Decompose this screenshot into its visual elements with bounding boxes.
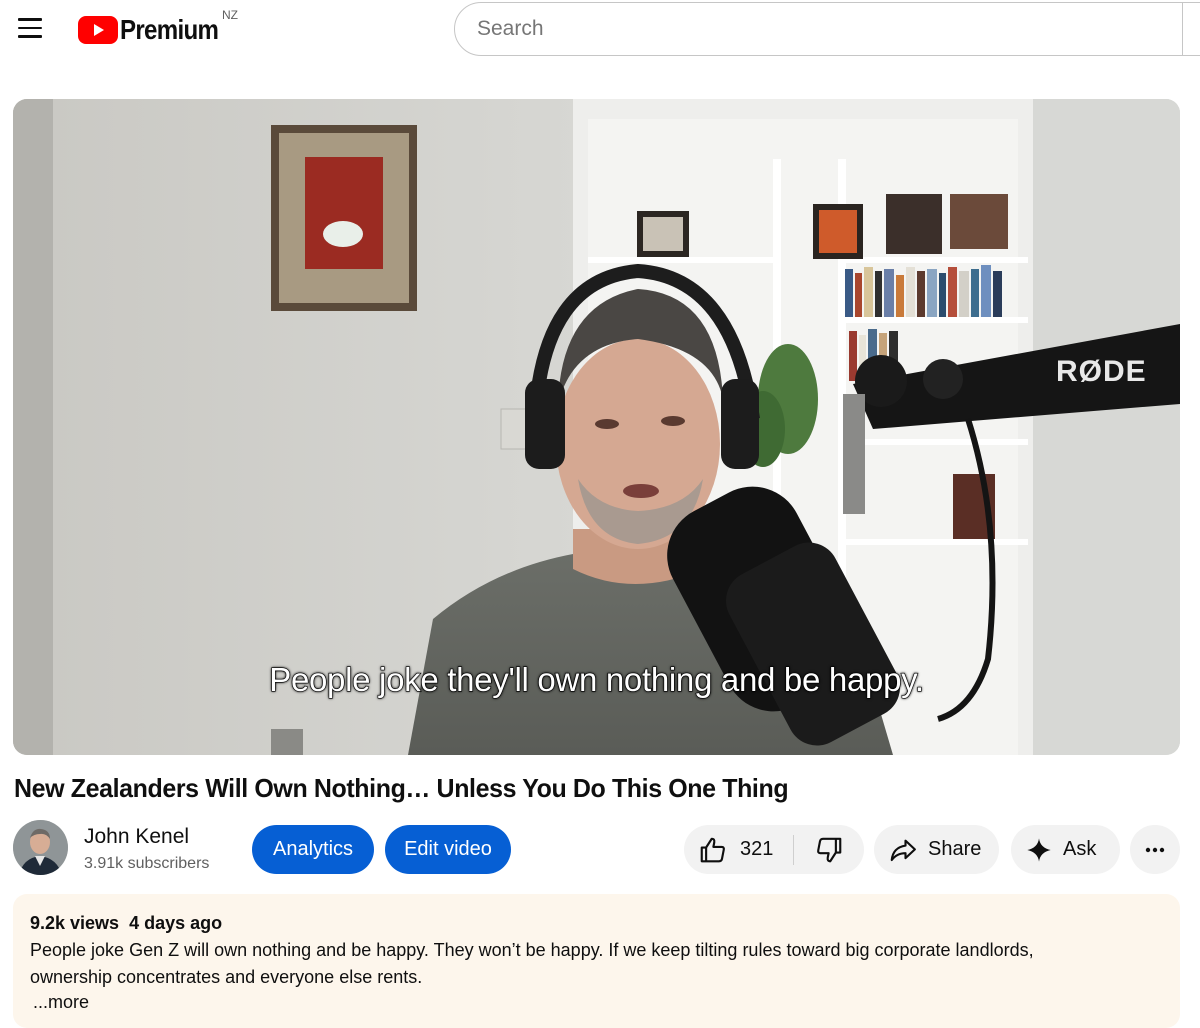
like-button[interactable]: 321 — [684, 825, 795, 874]
description-text: People joke Gen Z will own nothing and b… — [30, 940, 1034, 987]
more-horizontal-icon — [1145, 847, 1165, 852]
avatar-image — [13, 820, 68, 875]
caption-text: People joke they'll own nothing and be h… — [269, 660, 925, 698]
thumbs-down-icon — [817, 837, 842, 862]
masthead: Premium NZ — [0, 0, 1200, 60]
like-count: 321 — [740, 838, 774, 860]
ask-label: Ask — [1063, 838, 1097, 860]
share-button[interactable]: Share — [874, 825, 999, 874]
search-input[interactable] — [477, 17, 1200, 41]
video-title: New Zealanders Will Own Nothing… Unless … — [14, 773, 789, 803]
search-box[interactable] — [454, 2, 1200, 56]
thumbs-up-icon — [700, 837, 725, 862]
menu-icon[interactable] — [10, 8, 50, 48]
mic-brand: RØDE — [1056, 355, 1147, 388]
analytics-button[interactable]: Analytics — [252, 825, 374, 874]
show-more-link[interactable]: ...more — [33, 992, 1163, 1013]
video-player[interactable]: RØDE People joke they'll own nothing and… — [13, 99, 1180, 755]
youtube-premium-logo[interactable]: Premium — [78, 12, 234, 48]
like-dislike-group: 321 — [684, 825, 864, 874]
subscriber-count: 3.91k subscribers — [84, 855, 210, 872]
brand-text: Premium — [120, 14, 219, 45]
subtitle-caption: People joke they'll own nothing and be h… — [13, 660, 1180, 699]
upload-date: 4 days ago — [129, 913, 223, 933]
channel-name[interactable]: John Kenel — [84, 825, 189, 849]
country-code: NZ — [222, 8, 238, 22]
more-actions-button[interactable] — [1130, 825, 1180, 874]
ask-button[interactable]: Ask — [1011, 825, 1120, 874]
dislike-button[interactable] — [794, 825, 864, 874]
video-frame: RØDE — [13, 99, 1180, 755]
sparkle-icon — [1027, 837, 1051, 862]
description-box[interactable]: 9.2k views 4 days ago People joke Gen Z … — [13, 894, 1180, 1028]
search-divider — [1182, 3, 1183, 55]
share-arrow-icon — [890, 839, 916, 861]
youtube-logo-icon — [78, 16, 118, 44]
view-count: 9.2k views — [30, 913, 120, 933]
avatar[interactable] — [13, 820, 68, 875]
edit-video-button[interactable]: Edit video — [385, 825, 511, 874]
share-label: Share — [928, 838, 982, 860]
video-meta: 9.2k views 4 days ago — [30, 913, 1163, 934]
